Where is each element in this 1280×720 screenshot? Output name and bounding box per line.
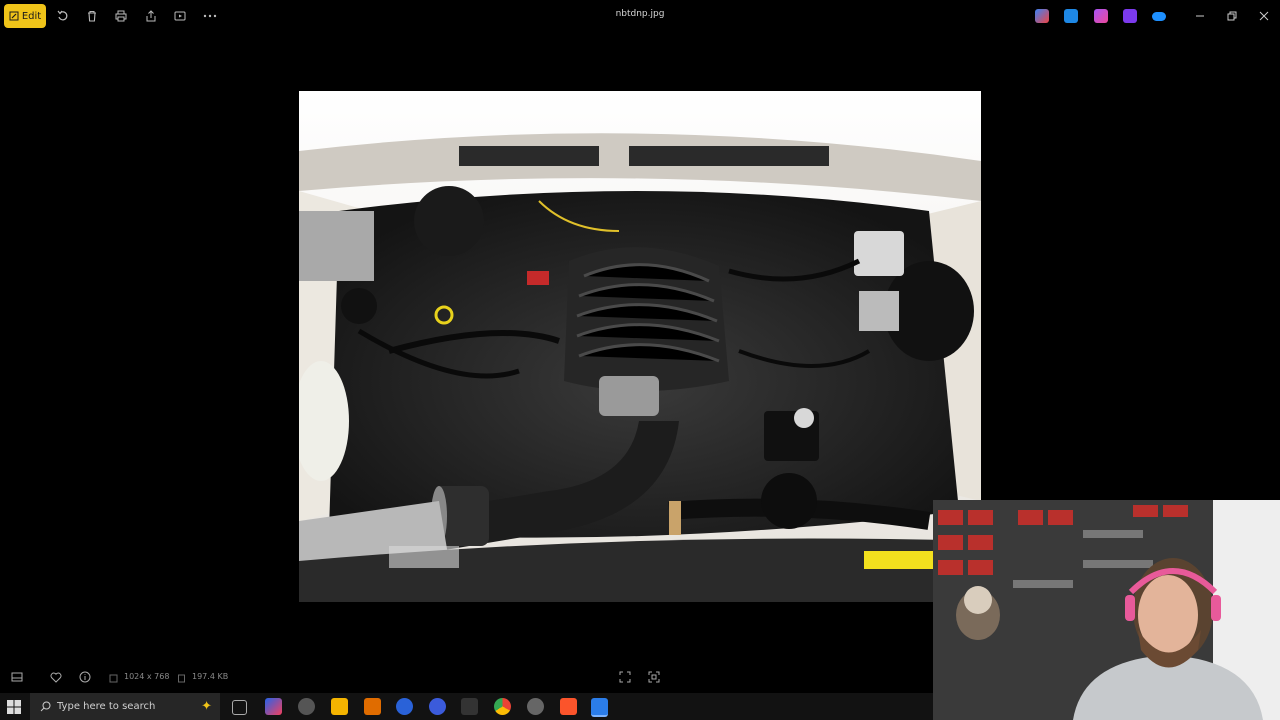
onedrive-icon[interactable] [1152,12,1166,21]
copilot-taskbar-icon[interactable] [265,698,282,715]
slideshow-icon[interactable] [170,6,190,26]
obs-icon[interactable] [298,698,315,715]
task-view-icon[interactable] [232,700,247,715]
info-icon[interactable] [78,670,92,684]
app-icon[interactable] [461,698,478,715]
edit-button[interactable]: Edit [4,4,46,28]
dimensions-icon [106,671,120,685]
delete-icon[interactable] [82,6,102,26]
settings-icon[interactable] [527,698,544,715]
webcam-overlay [933,500,1280,720]
copilot-icon[interactable] [1035,9,1049,23]
close-icon[interactable] [1256,8,1272,24]
edit-label: Edit [21,10,42,22]
title-bar: Edit nbtdnp.jpg [0,0,1280,32]
clipchamp-icon[interactable] [1123,9,1137,23]
favorite-icon[interactable] [49,670,63,684]
search-icon [40,701,51,712]
rotate-icon[interactable] [53,6,73,26]
restore-icon[interactable] [1224,8,1240,24]
discord-icon[interactable] [429,698,446,715]
filmstrip-icon[interactable] [10,670,24,684]
search-placeholder: Type here to search [57,701,156,712]
main-photo[interactable] [299,91,981,602]
brave-icon[interactable] [560,698,577,715]
image-dimensions: 1024 x 768 [124,672,170,681]
photos-icon[interactable] [591,698,608,717]
edit-icon [9,11,19,21]
share-icon[interactable] [141,6,161,26]
print-icon[interactable] [111,6,131,26]
more-icon[interactable] [200,6,220,26]
designer-icon[interactable] [1064,9,1078,23]
file-size: 197.4 KB [192,672,229,681]
taskbar-search-input[interactable]: Type here to search ✦ [30,693,220,720]
actual-size-icon[interactable] [647,670,661,684]
vlc-icon[interactable] [364,698,381,715]
file-size-icon [174,671,188,685]
streamer-webcam-image [933,500,1280,720]
windows-start-icon[interactable] [6,699,22,715]
paint-icon[interactable] [1094,9,1108,23]
steam-icon[interactable] [396,698,413,715]
sparkle-icon: ✦ [201,699,212,714]
chrome-icon[interactable] [494,698,511,715]
minimize-icon[interactable] [1192,8,1208,24]
engine-bay-image [299,91,981,602]
file-explorer-icon[interactable] [331,698,348,715]
fit-to-window-icon[interactable] [618,670,632,684]
window-title: nbtdnp.jpg [615,9,665,19]
